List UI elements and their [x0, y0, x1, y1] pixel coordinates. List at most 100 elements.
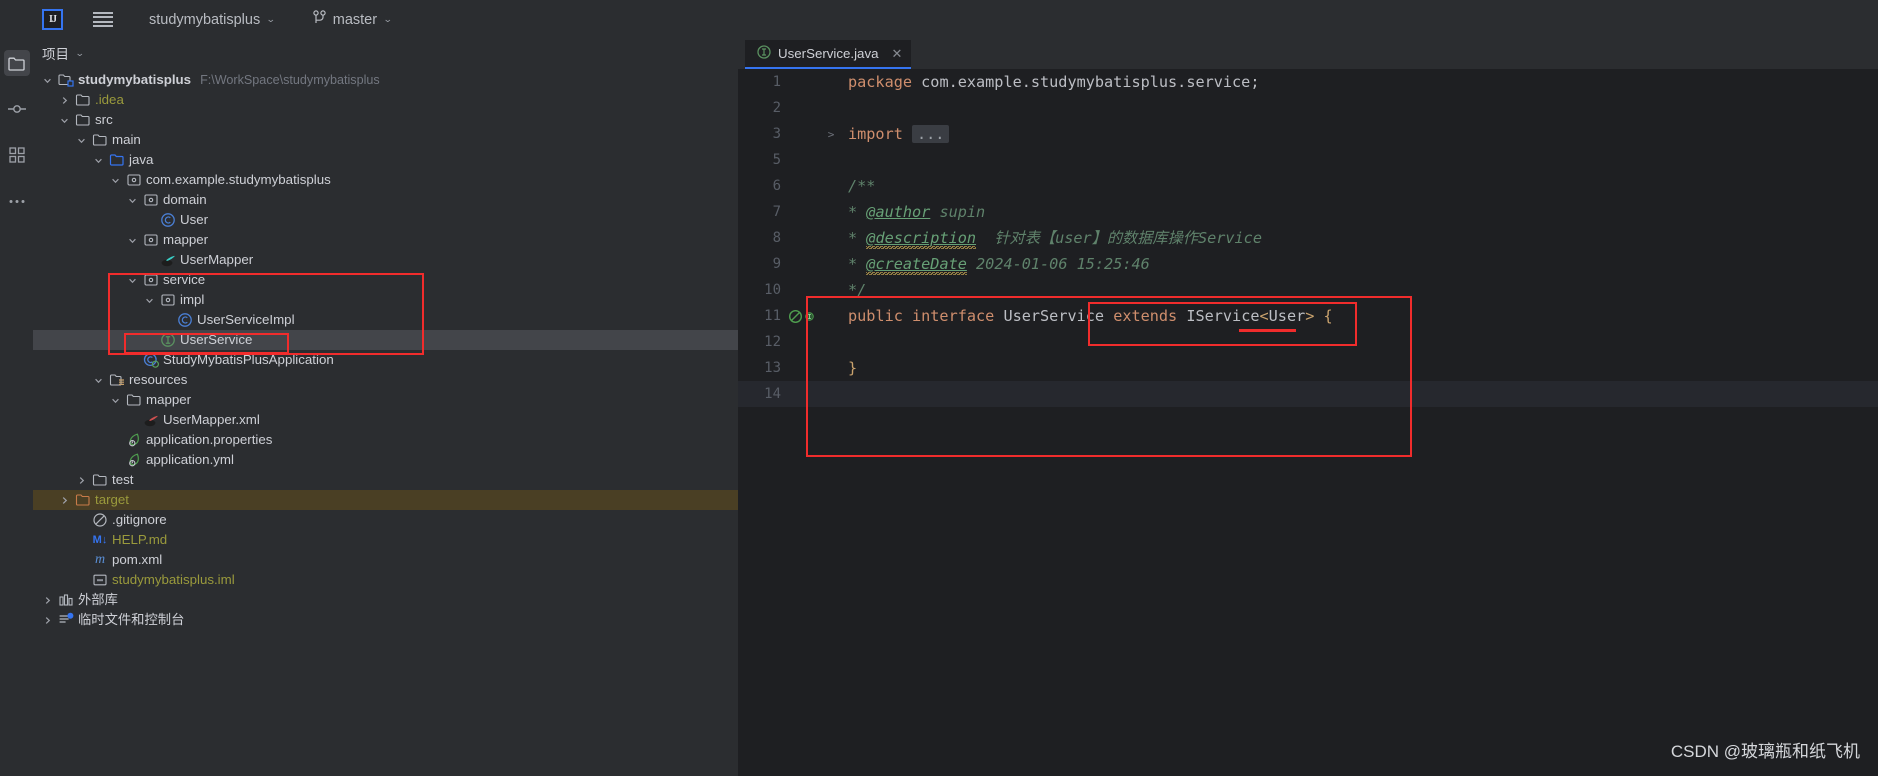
tree-node-mapper[interactable]: mapper: [33, 390, 738, 410]
chevron-down-icon[interactable]: [110, 175, 121, 186]
tree-node-label: UserMapper.xml: [163, 412, 260, 427]
gutter-marks[interactable]: [788, 309, 824, 324]
branch-selector[interactable]: master ⌄: [313, 10, 393, 29]
tree-node-path: F:\WorkSpace\studymybatisplus: [200, 73, 380, 87]
implemented-by-icon[interactable]: [804, 311, 815, 322]
chevron-right-icon[interactable]: [42, 615, 53, 626]
project-selector[interactable]: studymybatisplus ⌄: [149, 12, 276, 28]
tree-node-help.md[interactable]: M↓ HELP.md: [33, 530, 738, 550]
mybatis-xml-icon: [143, 412, 159, 428]
tree-node-studymybatisplus[interactable]: studymybatisplus F:\WorkSpace\studymybati…: [33, 70, 738, 90]
chevron-down-icon[interactable]: [93, 155, 104, 166]
tree-no-arrow: [110, 455, 121, 466]
more-tool-icon[interactable]: [4, 188, 30, 214]
tree-node-userservice[interactable]: UserService: [33, 330, 738, 350]
project-tool-icon[interactable]: [3, 50, 30, 76]
code-line-12[interactable]: 12: [738, 329, 1878, 355]
tree-node-com.example.studymybatisplus[interactable]: com.example.studymybatisplus: [33, 170, 738, 190]
code-text: public interface UserService extends ISe…: [838, 303, 1333, 329]
chevron-right-icon[interactable]: [59, 95, 70, 106]
tree-node-usermapper[interactable]: UserMapper: [33, 250, 738, 270]
chevron-down-icon[interactable]: [93, 375, 104, 386]
tree-node-service[interactable]: service: [33, 270, 738, 290]
code-line-10[interactable]: 10 */: [738, 277, 1878, 303]
code-line-13[interactable]: 13}: [738, 355, 1878, 381]
tree-node--[interactable]: 外部库: [33, 590, 738, 610]
tree-node--[interactable]: 临时文件和控制台: [33, 610, 738, 630]
code-editor[interactable]: 1 package com.example.studymybatisplus.se…: [738, 69, 1878, 776]
tree-node-application.properties[interactable]: application.properties: [33, 430, 738, 450]
tree-no-arrow: [76, 535, 87, 546]
maven-pom-icon: m: [94, 552, 106, 567]
code-token: IService: [1186, 307, 1260, 325]
tree-node-label: StudyMybatisPlusApplication: [163, 352, 334, 367]
hamburger-menu-icon[interactable]: [93, 11, 113, 28]
code-line-7[interactable]: 7 * @author supin: [738, 199, 1878, 225]
code-line-6[interactable]: 6 /**: [738, 173, 1878, 199]
tree-node-label: src: [95, 112, 113, 127]
tree-node-label: User: [180, 212, 209, 227]
code-line-3[interactable]: 3 > import ...: [738, 121, 1878, 147]
scratches-consoles-icon: [58, 612, 74, 628]
line-number: 9: [772, 256, 781, 272]
chevron-down-icon[interactable]: [127, 235, 138, 246]
chevron-down-icon[interactable]: [144, 295, 155, 306]
code-line-1[interactable]: 1 package com.example.studymybatisplus.se…: [738, 69, 1878, 95]
chevron-down-icon[interactable]: [127, 275, 138, 286]
tree-node-resources[interactable]: resources: [33, 370, 738, 390]
tree-no-arrow: [144, 335, 155, 346]
tree-node-application.yml[interactable]: application.yml: [33, 450, 738, 470]
tree-node-domain[interactable]: domain: [33, 190, 738, 210]
tree-node-.idea[interactable]: .idea: [33, 90, 738, 110]
chevron-down-icon[interactable]: [110, 395, 121, 406]
ide-window: IJ studymybatisplus ⌄ master ⌄ 项目 ⌄ stud…: [0, 0, 1878, 776]
chevron-down-icon[interactable]: [127, 195, 138, 206]
code-text: import ...: [838, 121, 950, 147]
chevron-right-icon[interactable]: [42, 595, 53, 606]
tree-node-java[interactable]: java: [33, 150, 738, 170]
code-token: UserService: [1003, 307, 1114, 325]
tree-node-src[interactable]: src: [33, 110, 738, 130]
tree-node-test[interactable]: test: [33, 470, 738, 490]
commit-tool-icon[interactable]: [4, 96, 30, 122]
editor-tab-userservice[interactable]: UserService.java ✕: [745, 40, 912, 69]
no-run-icon[interactable]: [788, 309, 803, 324]
markdown-icon: M↓: [92, 534, 108, 546]
tree-node-pom.xml[interactable]: m pom.xml: [33, 550, 738, 570]
project-panel-header[interactable]: 项目 ⌄: [33, 40, 738, 66]
chevron-down-icon[interactable]: [42, 75, 53, 86]
git-branch-icon: [313, 10, 326, 29]
tree-node-target[interactable]: target: [33, 490, 738, 510]
spring-properties-icon: [126, 432, 142, 448]
code-line-8[interactable]: 8 * @description 针对表【user】的数据库操作Service: [738, 225, 1878, 251]
chevron-down-icon[interactable]: [76, 135, 87, 146]
code-line-5[interactable]: 5: [738, 147, 1878, 173]
tree-node-main[interactable]: main: [33, 130, 738, 150]
close-icon[interactable]: ✕: [892, 46, 903, 62]
code-line-14[interactable]: 14: [738, 381, 1878, 407]
tree-node-studymybatisplus.iml[interactable]: studymybatisplus.iml: [33, 570, 738, 590]
tree-node-studymybatisplusapplication[interactable]: StudyMybatisPlusApplication: [33, 350, 738, 370]
code-line-11[interactable]: 11 public interface UserService extends I…: [738, 303, 1878, 329]
tree-node-usermapper.xml[interactable]: UserMapper.xml: [33, 410, 738, 430]
code-token: import: [848, 125, 913, 143]
tree-node-user[interactable]: User: [33, 210, 738, 230]
chevron-right-icon[interactable]: [59, 495, 70, 506]
line-number: 7: [772, 204, 781, 220]
structure-tool-icon[interactable]: [4, 142, 30, 168]
project-tree[interactable]: studymybatisplus F:\WorkSpace\studymybati…: [33, 70, 738, 630]
tree-node-impl[interactable]: impl: [33, 290, 738, 310]
tree-node-.gitignore[interactable]: .gitignore: [33, 510, 738, 530]
chevron-down-icon[interactable]: [59, 115, 70, 126]
excluded-folder-icon: [75, 492, 91, 508]
tree-node-userserviceimpl[interactable]: UserServiceImpl: [33, 310, 738, 330]
chevron-right-icon[interactable]: [76, 475, 87, 486]
intellij-logo-icon[interactable]: IJ: [42, 9, 63, 30]
code-line-2[interactable]: 2: [738, 95, 1878, 121]
java-class-icon: [160, 212, 176, 228]
fold-expand-icon[interactable]: >: [824, 128, 838, 141]
code-line-9[interactable]: 9 * @createDate 2024-01-06 15:25:46: [738, 251, 1878, 277]
tree-node-mapper[interactable]: mapper: [33, 230, 738, 250]
tree-node-label: application.yml: [146, 452, 234, 467]
